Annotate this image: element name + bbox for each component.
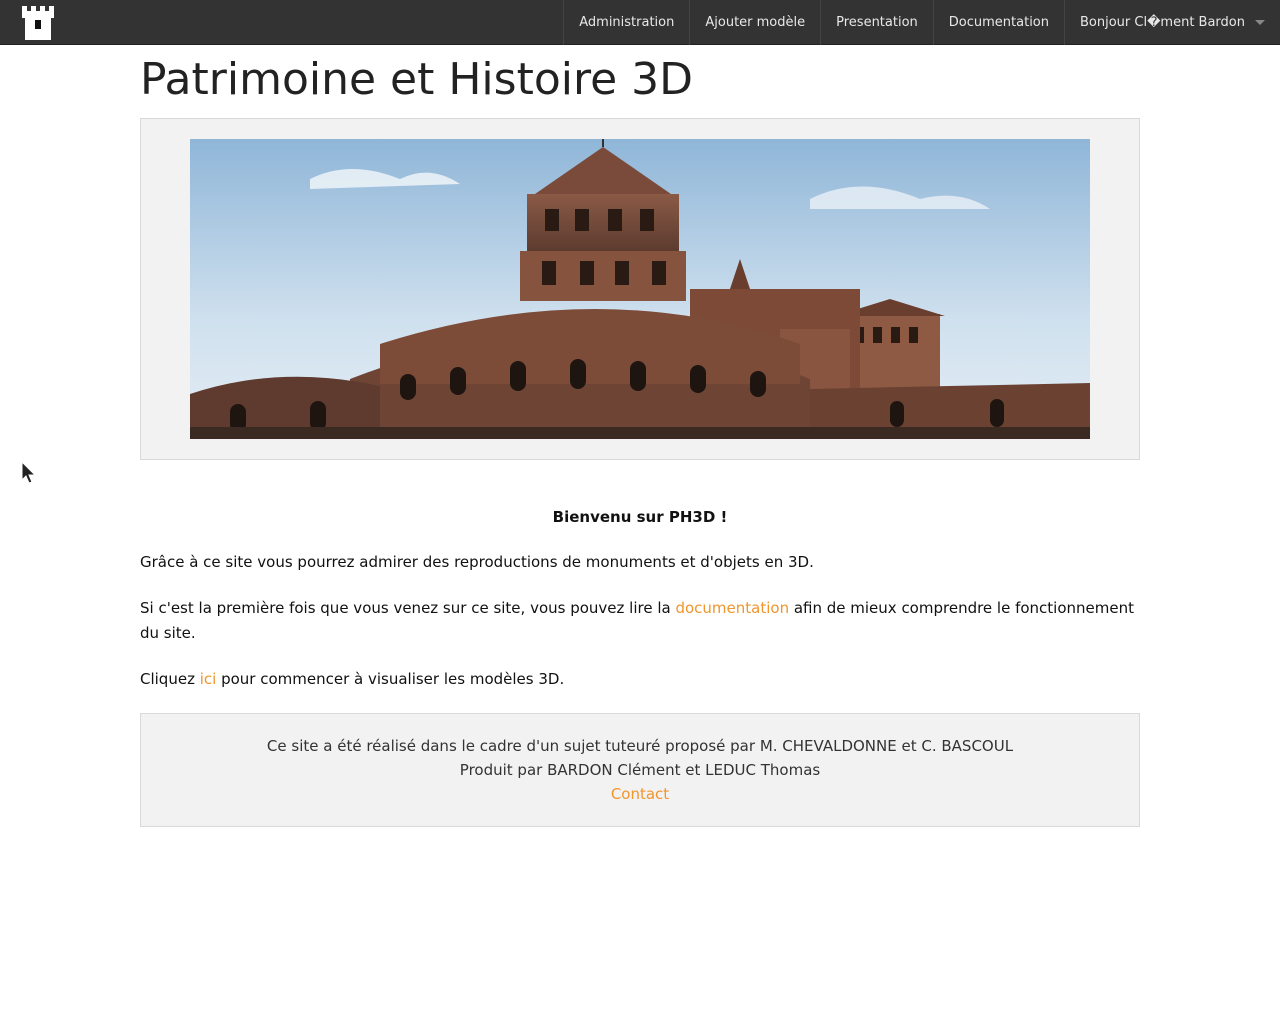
contact-link[interactable]: Contact [141, 782, 1139, 806]
hero-well [140, 118, 1140, 460]
intro-paragraph: Grâce à ce site vous pourrez admirer des… [140, 553, 814, 571]
footer-authors-line: Produit par BARDON Clément et LEDUC Thom… [459, 761, 821, 779]
user-menu-dropdown[interactable]: Bonjour Cl�ment Bardon [1064, 0, 1280, 45]
user-greeting: Bonjour Cl�ment Bardon [1080, 15, 1245, 30]
start-text-after: pour commencer à visualiser les modèles … [216, 670, 565, 688]
main-container: Patrimoine et Histoire 3D Bienvenu sur P… [140, 45, 1140, 827]
footer-credits-line: Ce site a été réalisé dans le cadre d'un… [266, 737, 1014, 755]
mouse-pointer-icon [21, 461, 37, 484]
nav-administration[interactable]: Administration [563, 0, 689, 45]
nav-presentation[interactable]: Presentation [820, 0, 933, 45]
nav-documentation[interactable]: Documentation [932, 0, 1064, 45]
welcome-heading: Bienvenu sur PH3D ! [552, 508, 728, 526]
start-text-before: Cliquez [140, 670, 200, 688]
nav-ajouter-modele[interactable]: Ajouter modèle [689, 0, 820, 45]
welcome-content: Bienvenu sur PH3D ! Grâce à ce site vous… [140, 505, 1140, 692]
start-models-link[interactable]: ici [200, 670, 217, 688]
page-title: Patrimoine et Histoire 3D [140, 54, 694, 105]
castle-tower-icon[interactable] [18, 2, 58, 42]
caret-down-icon [1255, 20, 1265, 25]
top-navbar: Administration Ajouter modèle Presentati… [0, 0, 1280, 45]
start-paragraph: Cliquez ici pour commencer à visualiser … [140, 667, 1140, 692]
documentation-paragraph: Si c'est la première fois que vous venez… [140, 596, 1140, 646]
documentation-link[interactable]: documentation [675, 599, 789, 617]
documentation-text-before: Si c'est la première fois que vous venez… [140, 599, 676, 617]
footer: Ce site a été réalisé dans le cadre d'un… [140, 713, 1140, 827]
basilica-photo [190, 139, 1090, 439]
